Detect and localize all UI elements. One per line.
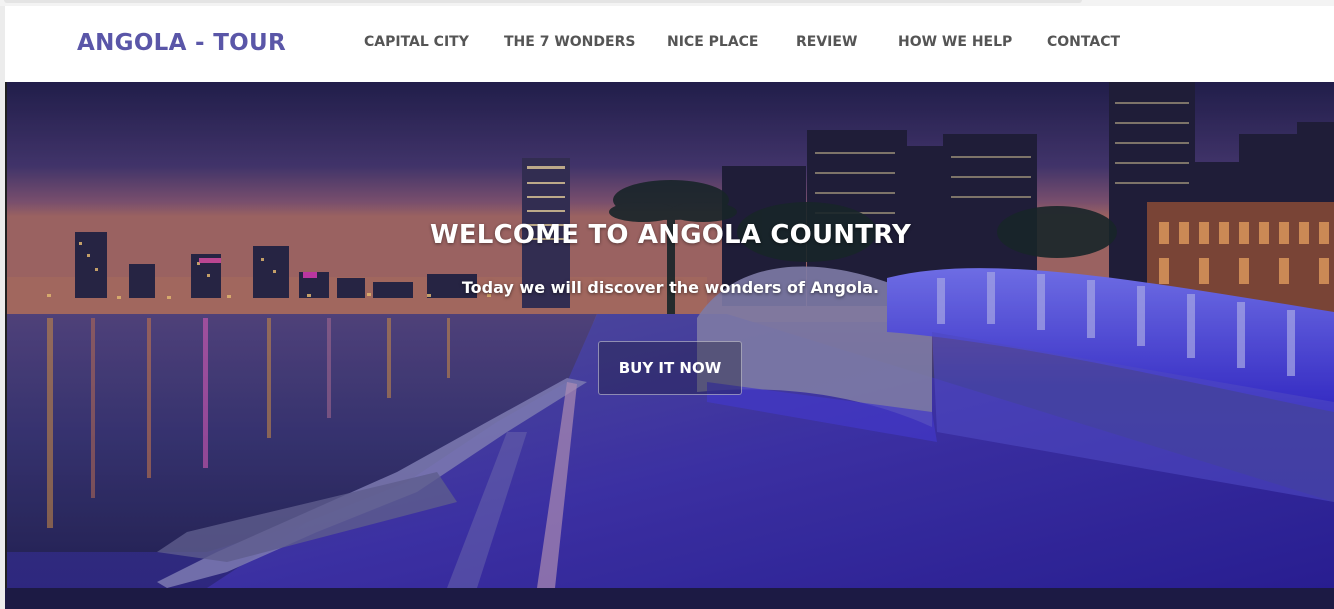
hero-title: WELCOME TO ANGOLA COUNTRY <box>429 220 912 250</box>
nav-link-review[interactable]: REVIEW <box>796 34 857 50</box>
nav-link-nice-place[interactable]: NICE PLACE <box>667 34 759 50</box>
nav-link-capital-city[interactable]: CAPITAL CITY <box>364 34 469 50</box>
buy-it-now-button[interactable]: BUY IT NOW <box>598 341 742 395</box>
browser-viewport: ANGOLA - TOUR CAPITAL CITY THE 7 WONDERS… <box>0 0 1334 609</box>
top-navbar: ANGOLA - TOUR CAPITAL CITY THE 7 WONDERS… <box>5 6 1334 82</box>
brand-logo-link[interactable]: ANGOLA - TOUR <box>77 30 286 56</box>
hero-banner: WELCOME TO ANGOLA COUNTRY Today we will … <box>7 82 1334 588</box>
hero-subtitle: Today we will discover the wonders of An… <box>461 278 880 297</box>
nav-link-how-we-help[interactable]: HOW WE HELP <box>898 34 1012 50</box>
browser-tab-edge <box>4 0 1082 3</box>
nav-link-contact[interactable]: CONTACT <box>1047 34 1120 50</box>
nav-link-seven-wonders[interactable]: THE 7 WONDERS <box>504 34 635 50</box>
next-section-strip <box>5 588 1334 609</box>
web-page: ANGOLA - TOUR CAPITAL CITY THE 7 WONDERS… <box>5 6 1334 609</box>
hero-content: WELCOME TO ANGOLA COUNTRY Today we will … <box>7 82 1334 588</box>
